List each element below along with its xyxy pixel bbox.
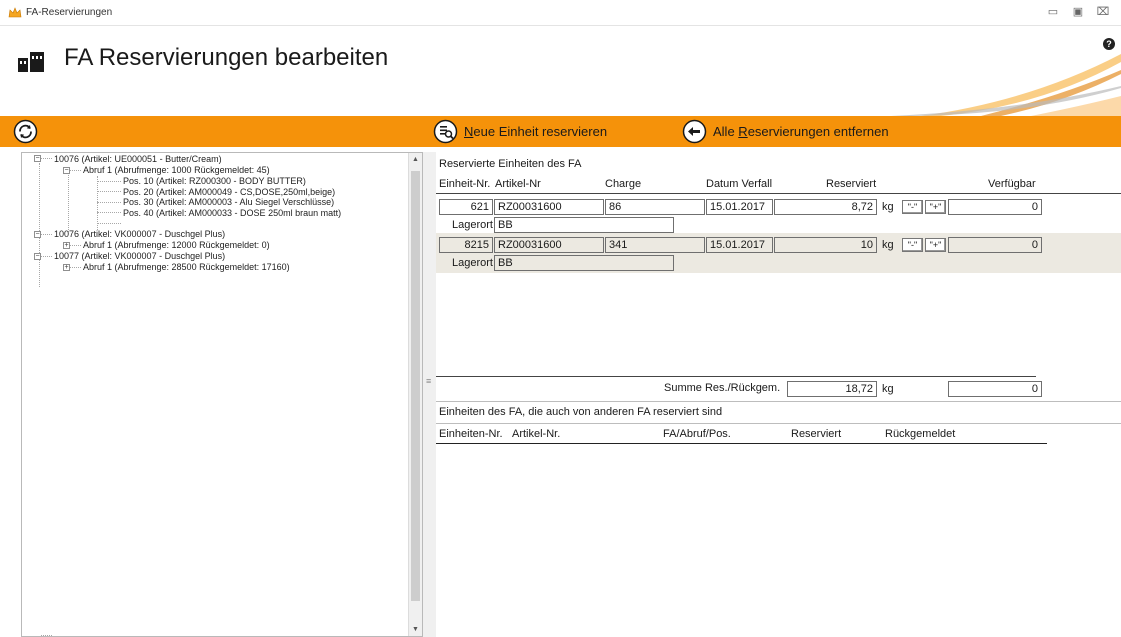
verfuegbar-cell[interactable]: 0 (948, 199, 1042, 215)
toolbar: Neue Einheit reservieren Alle Reservieru… (0, 116, 1121, 147)
expand-icon[interactable]: + (63, 264, 70, 271)
unit-label: kg (882, 201, 894, 213)
column-header: Verfügbar (988, 178, 1036, 190)
tree-node-pos[interactable]: Pos. 10 (Artikel: RZ000300 - BODY BUTTER… (123, 176, 306, 186)
fa-tree[interactable]: − − − + − + 10076 (Artikel: UE000051 - B… (21, 152, 423, 637)
sum-label: Summe Res./Rückgem. (664, 382, 781, 394)
decrease-button[interactable]: "-" (902, 238, 923, 252)
window-titlebar: FA-Reservierungen ▭ ▣ ⌧ (0, 0, 1121, 26)
window-title: FA-Reservierungen (26, 7, 113, 18)
warehouse-icon (18, 52, 44, 72)
column-header: Reserviert (826, 178, 877, 190)
reservation-panel: Reservierte Einheiten des FA Einheit-Nr.… (436, 152, 1121, 637)
app-crown-icon (8, 7, 22, 18)
charge-cell[interactable]: 341 (605, 237, 705, 253)
collapse-icon[interactable]: − (63, 167, 70, 174)
scroll-down-icon[interactable]: ▼ (412, 626, 419, 633)
scroll-up-icon[interactable]: ▲ (412, 156, 419, 163)
lagerort-label: Lagerort (452, 257, 493, 269)
lagerort-cell[interactable]: BB (494, 255, 674, 271)
artikel-nr-cell[interactable]: RZ00031600 (494, 237, 604, 253)
others-section-title: Einheiten des FA, die auch von anderen F… (439, 406, 723, 418)
tree-node-pos[interactable]: Pos. 40 (Artikel: AM000033 - DOSE 250ml … (123, 208, 341, 218)
close-icon[interactable]: ⌧ (1094, 5, 1112, 19)
reserve-list-icon (433, 119, 458, 144)
reserviert-cell[interactable]: 10 (774, 237, 877, 253)
collapse-icon[interactable]: − (34, 231, 41, 238)
tree-node-fa[interactable]: 10076 (Artikel: VK000007 - Duschgel Plus… (54, 229, 225, 239)
einheit-nr-cell[interactable]: 8215 (439, 237, 493, 253)
verfuegbar-cell[interactable]: 0 (948, 237, 1042, 253)
reserviert-cell[interactable]: 8,72 (774, 199, 877, 215)
tree-node-abruf[interactable]: Abruf 1 (Abrufmenge: 1000 Rückgemeldet: … (83, 165, 270, 175)
column-header: FA/Abruf/Pos. (663, 428, 731, 440)
tree-node-abruf[interactable]: Abruf 1 (Abrufmenge: 28500 Rückgemeldet:… (83, 262, 290, 272)
collapse-icon[interactable]: − (34, 155, 41, 162)
header-decoration (891, 54, 1121, 116)
column-header: Reserviert (791, 428, 842, 440)
tree-node-abruf[interactable]: Abruf 1 (Abrufmenge: 12000 Rückgemeldet:… (83, 240, 270, 250)
decrease-button[interactable]: "-" (902, 200, 923, 214)
sum-available-field: 0 (948, 381, 1042, 397)
remove-all-reservations-button[interactable]: Alle Reservierungen entfernen (682, 119, 889, 144)
scroll-thumb[interactable] (411, 171, 420, 601)
minimize-icon[interactable]: ▭ (1044, 5, 1062, 19)
column-header: Artikel-Nr. (512, 428, 561, 440)
column-header: Einheit-Nr. (439, 178, 491, 190)
tree-node-pos[interactable]: Pos. 30 (Artikel: AM000003 - Alu Siegel … (123, 197, 334, 207)
collapse-icon[interactable]: − (34, 253, 41, 260)
tree-node-fa[interactable]: 10077 (Artikel: VK000007 - Duschgel Plus… (54, 251, 225, 261)
column-header: Charge (605, 178, 642, 190)
panel-splitter[interactable]: ≡ (423, 152, 436, 637)
reserve-unit-button[interactable]: Neue Einheit reservieren (433, 119, 607, 144)
column-header: Einheiten-Nr. (439, 428, 503, 440)
page-header: FA Reservierungen bearbeiten ? (0, 26, 1121, 116)
tree-node-pos[interactable]: Pos. 20 (Artikel: AM000049 - CS,DOSE,250… (123, 187, 335, 197)
charge-cell[interactable]: 86 (605, 199, 705, 215)
lagerort-label: Lagerort (452, 219, 493, 231)
column-header: Datum Verfall (706, 178, 773, 190)
tree-node-fa[interactable]: 10076 (Artikel: UE000051 - Butter/Cream) (54, 154, 222, 164)
maximize-icon[interactable]: ▣ (1069, 5, 1087, 19)
einheit-nr-cell[interactable]: 621 (439, 199, 493, 215)
back-arrow-icon (682, 119, 707, 144)
expand-icon[interactable]: + (63, 242, 70, 249)
sum-unit-label: kg (882, 383, 894, 395)
column-header: Artikel-Nr (495, 178, 541, 190)
tree-scrollbar[interactable]: ▲ ▼ (408, 153, 422, 636)
lagerort-cell[interactable]: BB (494, 217, 674, 233)
help-icon[interactable]: ? (1103, 38, 1115, 50)
page-title: FA Reservierungen bearbeiten (64, 44, 389, 71)
artikel-nr-cell[interactable]: RZ00031600 (494, 199, 604, 215)
refresh-icon[interactable] (13, 119, 38, 144)
datum-verfall-cell[interactable]: 15.01.2017 (706, 237, 773, 253)
remove-all-reservations-label: Alle Reservierungen entfernen (713, 124, 889, 139)
increase-button[interactable]: "+" (925, 238, 946, 252)
datum-verfall-cell[interactable]: 15.01.2017 (706, 199, 773, 215)
reserved-section-title: Reservierte Einheiten des FA (439, 158, 582, 170)
column-header: Rückgemeldet (885, 428, 956, 440)
unit-label: kg (882, 239, 894, 251)
increase-button[interactable]: "+" (925, 200, 946, 214)
reserve-unit-label: Neue Einheit reservieren (464, 124, 608, 139)
splitter-grip-icon: ≡ (426, 376, 432, 386)
sum-reserved-field: 18,72 (787, 381, 877, 397)
